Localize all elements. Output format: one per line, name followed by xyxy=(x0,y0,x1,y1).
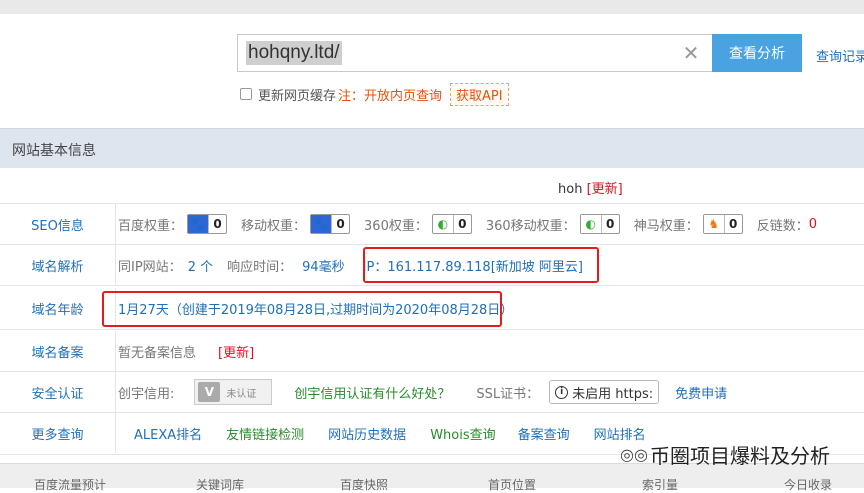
whois-link[interactable]: Whois查询 xyxy=(430,424,495,443)
close-icon[interactable]: ✕ xyxy=(681,43,701,63)
age-label: 域名年龄 xyxy=(0,288,116,328)
friend-link-check-link[interactable]: 友情链接检测 xyxy=(226,424,304,443)
mobile-weight-badge[interactable]: 🐾 0 xyxy=(310,214,351,234)
baidu-weight-label: 百度权重： xyxy=(118,218,184,234)
response-time-label: 响应时间： xyxy=(227,259,293,275)
query-history-link[interactable]: 查询记录 xyxy=(816,46,864,65)
shenma-weight-label: 神马权重： xyxy=(633,218,699,234)
refresh-link[interactable]: [更新] xyxy=(587,182,623,197)
mobile-weight-label: 移动权重： xyxy=(241,218,307,234)
backlinks-value[interactable]: 0 xyxy=(809,217,817,232)
age-highlight-box xyxy=(102,291,502,327)
tab-keywords[interactable]: 关键词库 xyxy=(196,476,244,493)
free-apply-link[interactable]: 免费申请 xyxy=(675,383,727,402)
ip-highlight-box xyxy=(363,247,599,283)
response-time-value: 94毫秒 xyxy=(302,259,345,275)
ssl-label: SSL证书： xyxy=(476,386,540,402)
options-row: 更新网页缓存 注：开放内页查询 获取API xyxy=(240,82,509,106)
360-icon: ◐ xyxy=(432,215,453,233)
alexa-link[interactable]: ALEXA排名 xyxy=(134,424,202,443)
panel-header: 网站基本信息 xyxy=(0,128,864,168)
paw-icon: 🐾 xyxy=(311,215,332,233)
same-ip-label: 同IP网站： xyxy=(118,259,182,275)
baidu-weight-badge[interactable]: 🐾 0 xyxy=(187,214,228,234)
360-icon: ◐ xyxy=(580,215,601,233)
top-bar xyxy=(0,0,864,14)
site-title-row: hoh [更新] xyxy=(0,168,864,204)
same-ip-value[interactable]: 2 个 xyxy=(188,256,213,275)
beian-refresh-link[interactable]: [更新] xyxy=(218,342,254,361)
seo-row: SEO信息 百度权重： 🐾 0 移动权重： 🐾 0 360权重： ◐ 0 360移动权… xyxy=(0,204,864,245)
ssl-status-badge[interactable]: i 未启用 https: xyxy=(549,380,660,404)
paw-icon: 🐾 xyxy=(188,215,209,233)
backlinks-label: 反链数： xyxy=(756,218,809,234)
beian-query-link[interactable]: 备案查询 xyxy=(518,424,570,443)
search-box[interactable]: hohqny.ltd/ ✕ xyxy=(237,34,713,72)
update-cache-checkbox[interactable] xyxy=(240,88,252,100)
so-mobile-weight-badge[interactable]: ◐ 0 xyxy=(579,214,620,234)
tab-baidu-snapshot[interactable]: 百度快照 xyxy=(340,476,388,493)
beian-row: 域名备案 暂无备案信息 [更新] xyxy=(0,331,864,372)
so-weight-label: 360权重： xyxy=(364,218,428,234)
search-input[interactable]: hohqny.ltd/ xyxy=(246,41,342,65)
panel-title: 网站基本信息 xyxy=(12,143,96,159)
verify-v-icon: V xyxy=(198,382,221,402)
seo-label: SEO信息 xyxy=(0,204,116,244)
shenma-weight-badge[interactable]: ♞ 0 xyxy=(702,214,743,234)
so-mobile-weight-label: 360移动权重： xyxy=(485,218,576,234)
so-weight-badge[interactable]: ◐ 0 xyxy=(431,214,472,234)
analyze-button[interactable]: 查看分析 xyxy=(712,34,802,72)
update-cache-label: 更新网页缓存 xyxy=(258,88,337,104)
get-api-button[interactable]: 获取API xyxy=(450,82,509,106)
history-data-link[interactable]: 网站历史数据 xyxy=(328,424,406,443)
tab-home-position[interactable]: 首页位置 xyxy=(488,476,536,493)
tab-today-indexed[interactable]: 今日收录 xyxy=(784,476,832,493)
wechat-icon: ◎◎ xyxy=(620,444,648,464)
beian-value: 暂无备案信息 xyxy=(118,345,197,361)
tab-index-count[interactable]: 索引量 xyxy=(642,476,678,493)
security-row: 安全认证 创宇信用: V 未认证 创宇信用认证有什么好处？ SSL证书： i 未启用… xyxy=(0,372,864,413)
credit-benefit-link[interactable]: 创宇信用认证有什么好处？ xyxy=(294,383,450,402)
info-icon: i xyxy=(555,385,569,399)
site-title: hoh [更新] xyxy=(558,182,623,197)
chuangyu-label: 创宇信用: xyxy=(118,386,175,402)
watermark: ◎◎ 币圈项目爆料及分析 xyxy=(620,444,830,468)
inner-page-note[interactable]: 注：开放内页查询 xyxy=(338,85,442,104)
security-label: 安全认证 xyxy=(0,372,116,412)
dns-label: 域名解析 xyxy=(0,245,116,285)
horse-icon: ♞ xyxy=(703,215,724,233)
beian-label: 域名备案 xyxy=(0,331,116,371)
credit-cert-badge[interactable]: V 未认证 xyxy=(194,379,273,405)
tab-baidu-traffic[interactable]: 百度流量预计 xyxy=(34,476,106,493)
more-label: 更多查询 xyxy=(0,413,116,453)
